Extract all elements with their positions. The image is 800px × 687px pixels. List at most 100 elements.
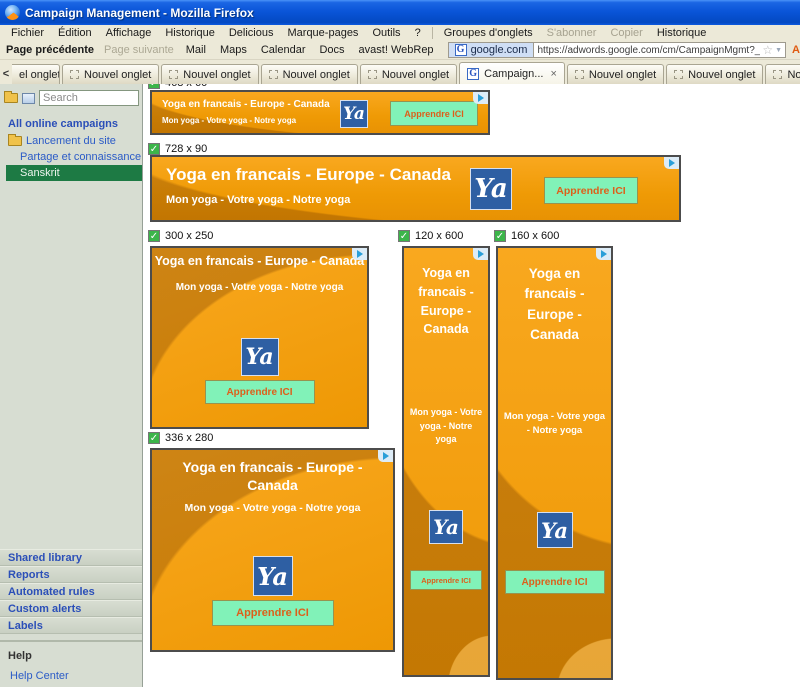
adchoices-icon[interactable] [664,157,679,169]
help-title: Help [0,642,142,662]
menu-fichier[interactable]: Fichier [4,27,51,39]
checkbox-checked-icon[interactable]: ✓ [148,432,160,444]
yoga-logo: Ya [537,512,573,548]
tab-nouvel-onglet-8[interactable]: Nouvel onglet [765,64,800,84]
section-automated-rules[interactable]: Automated rules [0,583,142,600]
tab-nouvel-onglet-2[interactable]: Nouvel onglet [161,64,258,84]
checkbox-checked-icon[interactable]: ✓ [148,143,160,155]
yoga-logo: Ya [470,168,512,210]
bookmark-calendar[interactable]: Calendar [261,44,306,56]
ad-cta-button[interactable]: Apprendre ICI [390,101,478,126]
search-engine-chip[interactable]: G google.com [448,42,534,58]
tab-label: Nouvel onglet [688,69,755,81]
ad-tagline: Mon yoga - Votre yoga - Notre yoga [166,194,350,206]
navigation-toolbar: Page précédente Page suivante Mail Maps … [0,41,800,60]
bookmark-docs[interactable]: Docs [319,44,344,56]
tab-nouvel-onglet-3[interactable]: Nouvel onglet [261,64,358,84]
tree-item-lancement-du-site[interactable]: Lancement du site [0,133,142,149]
bookmark-avast-webrep[interactable]: avast! WebRep [359,44,434,56]
ad-tagline: Mon yoga - Votre yoga - Notre yoga [152,282,367,293]
tab-nouvel-onglet-1[interactable]: Nouvel onglet [62,64,159,84]
menu-edition[interactable]: Édition [51,27,99,39]
google-favicon: G [467,68,479,80]
folder-icon[interactable] [4,93,18,103]
menu-delicious[interactable]: Delicious [222,27,281,39]
menu-affichage[interactable]: Affichage [99,27,159,39]
adchoices-icon[interactable] [378,450,393,462]
ad-size-row-468x60: ✓ 468 x 60 [148,84,207,89]
tab-nouvel-onglet-4[interactable]: Nouvel onglet [360,64,457,84]
tree-item-label: Sanskrit [20,167,60,179]
ad-size-label: 120 x 600 [415,230,463,242]
ad-cta-button[interactable]: Apprendre ICI [410,570,482,590]
ad-preview-728x90: Yoga en francais - Europe - Canada Mon y… [150,155,681,222]
ad-title: Yoga en francais - Europe - Canada [504,264,605,345]
tab-label: el onglet [19,69,60,81]
ad-cta-button[interactable]: Apprendre ICI [544,177,638,204]
bookmark-maps[interactable]: Maps [220,44,247,56]
tab-campaign-management[interactable]: G Campaign... × [459,62,565,84]
checkbox-checked-icon[interactable]: ✓ [494,230,506,242]
tab-nouvel-onglet-7[interactable]: Nouvel onglet [666,64,763,84]
adchoices-icon[interactable] [473,248,488,260]
section-shared-library[interactable]: Shared library [0,549,142,566]
tree-item-partage-et-connaissance[interactable]: Partage et connaissance [0,149,142,165]
tree-all-online-campaigns[interactable]: All online campaigns [0,116,142,133]
window-title: Campaign Management - Mozilla Firefox [25,6,254,20]
ad-cta-button[interactable]: Apprendre ICI [205,380,315,404]
tree-item-sanskrit-selected[interactable]: Sanskrit [6,165,142,181]
tab-nouvel-onglet-6[interactable]: Nouvel onglet [567,64,664,84]
campaign-tree: All online campaigns Lancement du site P… [0,110,142,181]
bookmark-star-icon[interactable]: ☆ [762,44,773,56]
tab-nouvel-onglet-0[interactable]: el onglet [12,64,60,84]
ad-size-label: 468 x 60 [165,84,207,89]
ad-size-label: 336 x 280 [165,432,213,444]
tab-scroll-left-icon[interactable]: < [0,68,12,84]
window-titlebar: Campaign Management - Mozilla Firefox [0,0,800,25]
ad-size-label: 300 x 250 [165,230,213,242]
section-labels[interactable]: Labels [0,617,142,634]
yoga-logo: Ya [253,556,293,596]
menu-historique-2[interactable]: Historique [650,27,714,39]
ad-cta-button[interactable]: Apprendre ICI [212,600,334,626]
ad-title: Yoga en francais - Europe - Canada [152,254,367,268]
adchoices-icon[interactable] [473,92,488,104]
folder-icon [8,136,22,146]
tab-label: Nouvel onglet [382,69,449,81]
firefox-icon [5,5,20,20]
menu-aide[interactable]: ? [408,27,428,39]
new-tab-icon [70,70,79,79]
checkbox-checked-icon[interactable]: ✓ [398,230,410,242]
url-dropdown-icon[interactable]: ▼ [775,47,782,54]
pages-icon[interactable] [22,93,35,104]
checkbox-checked-icon[interactable]: ✓ [148,230,160,242]
url-bar[interactable]: ☆ ▼ [533,42,786,58]
back-button[interactable]: Page précédente [6,44,94,56]
menu-sabonner: S'abonner [540,27,604,39]
ad-size-label: 728 x 90 [165,143,207,155]
section-custom-alerts[interactable]: Custom alerts [0,600,142,617]
section-reports[interactable]: Reports [0,566,142,583]
new-tab-icon [368,70,377,79]
adchoices-icon[interactable] [352,248,367,260]
tab-close-icon[interactable]: × [550,68,556,80]
ad-size-row-728x90: ✓ 728 x 90 [148,143,207,155]
tab-label: Nouvel onglet [283,69,350,81]
yoga-logo: Ya [241,338,279,376]
menu-separator [432,27,433,39]
ad-cta-button[interactable]: Apprendre ICI [505,570,605,594]
ad-tagline: Mon yoga - Votre yoga - Notre yoga [502,410,607,438]
campaign-search-input[interactable] [39,90,139,106]
adchoices-icon[interactable] [596,248,611,260]
url-input[interactable] [537,45,760,56]
checkbox-checked-icon[interactable]: ✓ [148,84,160,89]
help-search-row: Go [0,682,142,687]
menu-historique[interactable]: Historique [158,27,222,39]
ad-preview-300x250: Yoga en francais - Europe - Canada Mon y… [150,246,369,429]
menu-outils[interactable]: Outils [365,27,407,39]
menu-marque-pages[interactable]: Marque-pages [281,27,366,39]
menu-groupes-onglets[interactable]: Groupes d'onglets [437,27,540,39]
campaigns-sidebar: All online campaigns Lancement du site P… [0,84,143,687]
bookmark-mail[interactable]: Mail [186,44,206,56]
help-center-link[interactable]: Help Center [0,662,142,682]
